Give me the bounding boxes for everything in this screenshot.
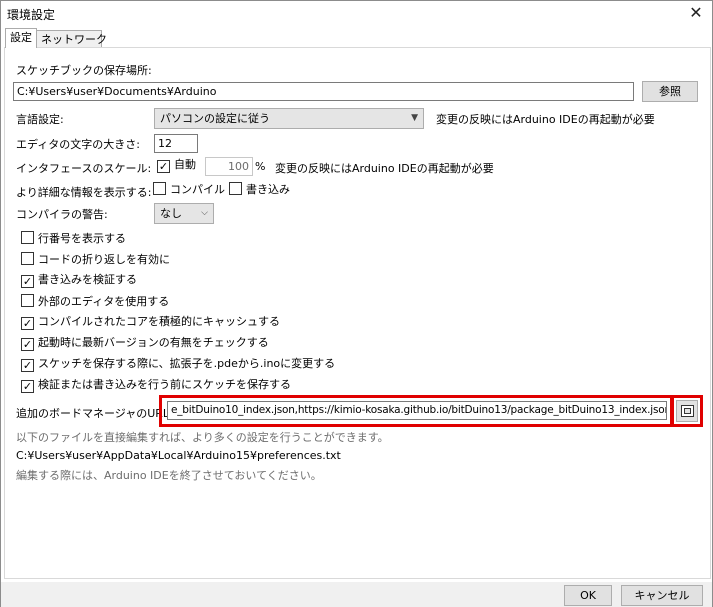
- checkbox-box: ✓: [157, 160, 170, 173]
- window-icon: [681, 405, 694, 417]
- checkbox-box: [229, 182, 242, 195]
- option-label: 外部のエディタを使用する: [38, 295, 170, 308]
- checkbox-box: [21, 231, 34, 244]
- checkbox-box: ✓: [21, 338, 34, 351]
- checkbox-box: [21, 294, 34, 307]
- check-icon: ✓: [22, 359, 33, 372]
- checkbox-box: ✓: [21, 380, 34, 393]
- option-label: スケッチを保存する際に、拡張子を.pdeから.inoに変更する: [38, 357, 336, 370]
- checkbox-box: ✓: [21, 317, 34, 330]
- check-icon: ✓: [158, 160, 169, 173]
- option-label: 検証または書き込みを行う前にスケッチを保存する: [38, 378, 291, 391]
- scale-label: インタフェースのスケール:: [16, 162, 152, 175]
- window-title: 環境設定: [7, 8, 56, 22]
- verbose-upload-checkbox[interactable]: 書き込み: [229, 182, 290, 198]
- verbose-upload-label: 書き込み: [246, 183, 290, 196]
- checkbox-box: ✓: [21, 359, 34, 372]
- option-check-updates[interactable]: ✓ 起動時に最新バージョンの有無をチェックする: [21, 336, 269, 352]
- option-external-editor[interactable]: 外部のエディタを使用する: [21, 294, 169, 310]
- edit-urls-button[interactable]: [676, 400, 698, 422]
- option-label: 行番号を表示する: [38, 232, 126, 245]
- warnings-select[interactable]: なし ⌵: [154, 203, 214, 224]
- font-size-input[interactable]: 12: [154, 134, 198, 153]
- option-label: 起動時に最新バージョンの有無をチェックする: [38, 336, 269, 349]
- tab-settings[interactable]: 設定: [5, 28, 37, 48]
- settings-panel: スケッチブックの保存場所: C:¥Users¥user¥Documents¥Ar…: [4, 47, 711, 579]
- close-icon[interactable]: ✕: [686, 3, 706, 23]
- ok-button[interactable]: OK: [564, 585, 612, 606]
- language-select[interactable]: パソコンの設定に従う ▼: [154, 108, 424, 129]
- scale-restart-note: 変更の反映にはArduino IDEの再起動が必要: [275, 162, 494, 175]
- board-manager-label: 追加のボードマネージャのURL:: [16, 407, 173, 420]
- scale-percent-unit: %: [255, 160, 266, 173]
- option-label: 書き込みを検証する: [38, 273, 137, 286]
- title-bar: 環境設定 ✕: [1, 1, 712, 27]
- preferences-path: C:¥Users¥user¥AppData¥Local¥Arduino15¥pr…: [16, 449, 341, 462]
- option-update-extension[interactable]: ✓ スケッチを保存する際に、拡張子を.pdeから.inoに変更する: [21, 357, 335, 373]
- warnings-select-value: なし: [160, 207, 182, 220]
- language-restart-note: 変更の反映にはArduino IDEの再起動が必要: [436, 113, 655, 126]
- verbose-compile-checkbox[interactable]: コンパイル: [153, 182, 225, 198]
- preferences-window: 環境設定 ✕ 設定 ネットワーク スケッチブックの保存場所: C:¥Users¥…: [0, 0, 713, 607]
- sketchbook-label: スケッチブックの保存場所:: [16, 64, 152, 77]
- checkbox-box: [21, 252, 34, 265]
- verbose-label: より詳細な情報を表示する:: [16, 186, 152, 199]
- option-code-folding[interactable]: コードの折り返しを有効に: [21, 252, 170, 268]
- option-label: コンパイルされたコアを積極的にキャッシュする: [38, 315, 280, 328]
- option-label: コードの折り返しを有効に: [38, 253, 170, 266]
- language-label: 言語設定:: [16, 113, 64, 126]
- verbose-compile-label: コンパイル: [170, 183, 225, 196]
- sketchbook-path-input[interactable]: C:¥Users¥user¥Documents¥Arduino: [13, 82, 634, 101]
- option-cache-core[interactable]: ✓ コンパイルされたコアを積極的にキャッシュする: [21, 315, 280, 331]
- warnings-label: コンパイラの警告:: [16, 208, 108, 221]
- info-line-1: 以下のファイルを直接編集すれば、より多くの設定を行うことができます。: [16, 431, 389, 444]
- board-manager-url-input[interactable]: e_bitDuino10_index.json,https://kimio-ko…: [167, 401, 667, 420]
- browse-button[interactable]: 参照: [642, 81, 698, 102]
- checkbox-box: [153, 182, 166, 195]
- option-line-numbers[interactable]: 行番号を表示する: [21, 231, 126, 247]
- scale-auto-checkbox[interactable]: ✓ 自動: [157, 158, 196, 174]
- checkbox-box: ✓: [21, 275, 34, 288]
- button-bar: OK キャンセル: [1, 582, 712, 607]
- option-save-before-verify[interactable]: ✓ 検証または書き込みを行う前にスケッチを保存する: [21, 378, 291, 394]
- tab-network[interactable]: ネットワーク: [36, 30, 107, 48]
- font-size-label: エディタの文字の大きさ:: [16, 138, 140, 151]
- check-icon: ✓: [22, 275, 33, 288]
- scale-percent-value: 100: [228, 160, 249, 173]
- option-verify-upload[interactable]: ✓ 書き込みを検証する: [21, 273, 137, 289]
- cancel-button[interactable]: キャンセル: [621, 585, 703, 606]
- check-icon: ✓: [22, 317, 33, 330]
- check-icon: ✓: [22, 338, 33, 351]
- info-line-2: 編集する際には、Arduino IDEを終了させておいてください。: [16, 469, 322, 482]
- check-icon: ✓: [22, 380, 33, 393]
- scale-auto-label: 自動: [174, 158, 196, 171]
- chevron-down-icon: ▼: [411, 113, 418, 123]
- language-select-value: パソコンの設定に従う: [160, 112, 270, 125]
- chevron-down-icon: ⌵: [201, 208, 208, 218]
- scale-percent-input[interactable]: 100: [205, 157, 253, 176]
